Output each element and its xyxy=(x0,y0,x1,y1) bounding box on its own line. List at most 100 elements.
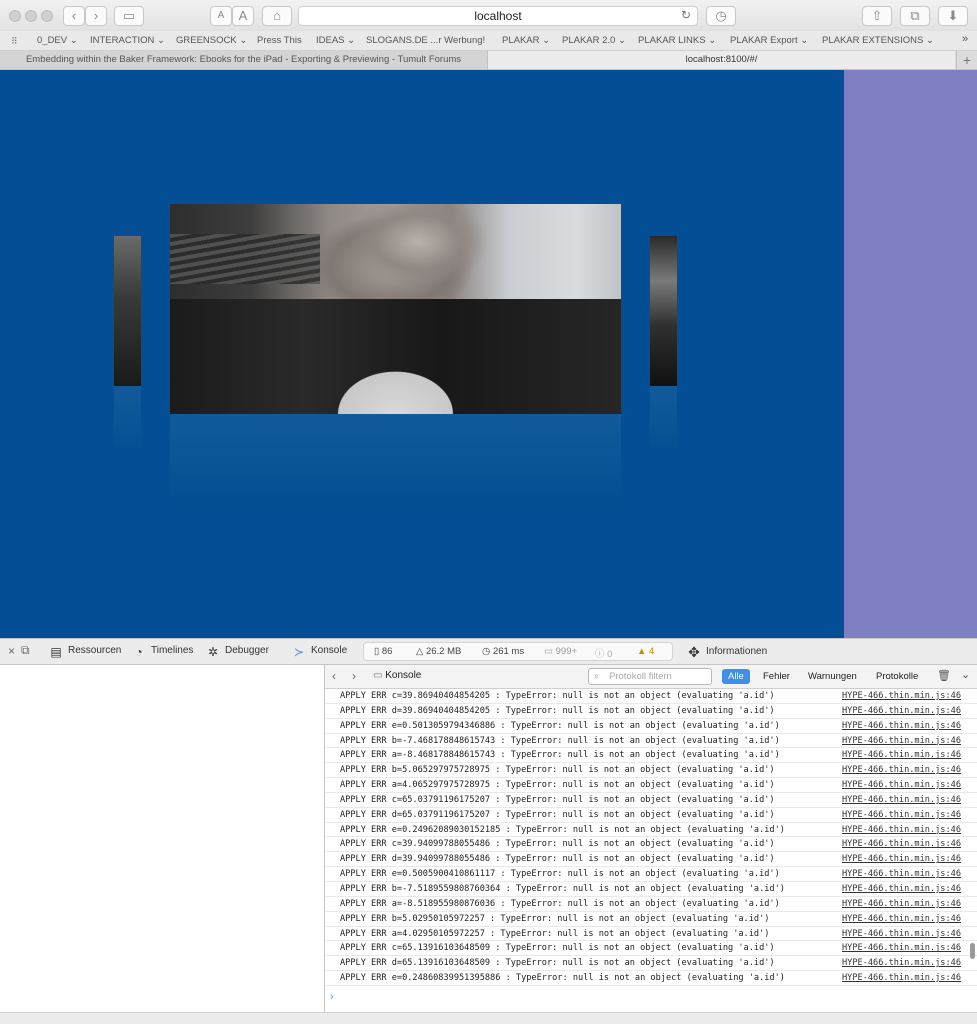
bookmark-interaction[interactable]: INTERACTION ⌄ xyxy=(90,35,165,46)
resource-size[interactable]: △ 26.2 MB xyxy=(416,646,461,657)
log-count[interactable]: ▭ 999+ xyxy=(544,646,577,657)
console-log-row[interactable]: APPLY ERR d=65.03791196175207 : TypeErro… xyxy=(325,808,977,823)
chevron-left-icon[interactable]: ‹ xyxy=(332,669,336,683)
tab-timelines[interactable]: ◔ Timelines xyxy=(132,645,193,659)
carousel-photo-right[interactable] xyxy=(650,236,677,386)
bookmark-plakar[interactable]: PLAKAR ⌄ xyxy=(502,35,550,46)
larger-text-button[interactable]: A xyxy=(232,6,254,26)
resource-count[interactable]: ▯ 86 xyxy=(374,646,392,657)
tabs-overview-button[interactable]: ⧉ xyxy=(900,6,930,26)
console-log-row[interactable]: APPLY ERR a=4.065297975728975 : TypeErro… xyxy=(325,778,977,793)
close-icon[interactable]: × xyxy=(8,644,15,658)
bookmark-slogans[interactable]: SLOGANS.DE ...r Werbung! xyxy=(366,35,485,46)
home-button[interactable]: ⌂ xyxy=(262,6,292,26)
back-button[interactable]: ‹ xyxy=(63,6,85,26)
log-source-link[interactable]: HYPE-466.thin.min.js:46 xyxy=(842,704,961,718)
tab-informationen[interactable]: ✥ Informationen xyxy=(687,645,767,659)
console-log-row[interactable]: APPLY ERR c=65.03791196175207 : TypeErro… xyxy=(325,793,977,808)
bookmark-greensock[interactable]: GREENSOCK ⌄ xyxy=(176,35,247,46)
log-source-link[interactable]: HYPE-466.thin.min.js:46 xyxy=(842,748,961,762)
new-tab-button[interactable]: + xyxy=(956,51,977,69)
console-log-row[interactable]: APPLY ERR d=39.94099788055486 : TypeErro… xyxy=(325,852,977,868)
smaller-text-button[interactable]: A xyxy=(210,6,232,26)
bookmarks-bar: ⠿ 0_DEV ⌄ INTERACTION ⌄ GREENSOCK ⌄ Pres… xyxy=(0,31,977,51)
error-count[interactable]: ⓘ 0 xyxy=(595,646,612,660)
console-log-row[interactable]: APPLY ERR a=-8.518955980876036 : TypeErr… xyxy=(325,897,977,912)
log-source-link[interactable]: HYPE-466.thin.min.js:46 xyxy=(842,689,961,703)
console-log-row[interactable]: APPLY ERR a=4.02950105972257 : TypeError… xyxy=(325,927,977,942)
log-source-link[interactable]: HYPE-466.thin.min.js:46 xyxy=(842,867,961,881)
log-source-link[interactable]: HYPE-466.thin.min.js:46 xyxy=(842,823,961,837)
console-log-row[interactable]: APPLY ERR c=39.86940404854205 : TypeErro… xyxy=(325,689,977,704)
bookmark-plakar-extensions[interactable]: PLAKAR EXTENSIONS ⌄ xyxy=(822,35,934,46)
load-time[interactable]: ◷ 261 ms xyxy=(482,646,524,657)
log-source-link[interactable]: HYPE-466.thin.min.js:46 xyxy=(842,719,961,733)
carousel-photo-center[interactable] xyxy=(170,204,621,414)
log-source-link[interactable]: HYPE-466.thin.min.js:46 xyxy=(842,897,961,911)
downloads-button[interactable]: ⬇ xyxy=(938,6,968,26)
log-source-link[interactable]: HYPE-466.thin.min.js:46 xyxy=(842,793,961,807)
log-source-link[interactable]: HYPE-466.thin.min.js:46 xyxy=(842,734,961,748)
detach-icon[interactable]: ⧉ xyxy=(21,643,30,658)
filter-errors-button[interactable]: Fehler xyxy=(757,669,796,684)
chevron-right-icon[interactable]: › xyxy=(352,669,356,683)
filter-logs-button[interactable]: Protokolle xyxy=(870,669,924,684)
close-window-button[interactable] xyxy=(9,10,21,22)
history-button[interactable]: ◷ xyxy=(706,6,736,26)
console-log-row[interactable]: APPLY ERR b=5.065297975728975 : TypeErro… xyxy=(325,763,977,779)
log-source-link[interactable]: HYPE-466.thin.min.js:46 xyxy=(842,912,961,926)
bookmark-ideas[interactable]: IDEAS ⌄ xyxy=(316,35,355,46)
tab-resources[interactable]: ▤ Ressourcen xyxy=(49,645,121,659)
console-log-row[interactable]: APPLY ERR b=5.02950105972257 : TypeError… xyxy=(325,912,977,927)
console-log-row[interactable]: APPLY ERR e=0.24860839951395886 : TypeEr… xyxy=(325,971,977,986)
bookmarks-overflow-button[interactable]: » xyxy=(962,33,968,45)
console-log-row[interactable]: APPLY ERR d=65.13916103648509 : TypeErro… xyxy=(325,956,977,972)
share-button[interactable]: ⇧ xyxy=(862,6,892,26)
zoom-window-button[interactable] xyxy=(41,10,53,22)
log-source-link[interactable]: HYPE-466.thin.min.js:46 xyxy=(842,852,961,866)
carousel-photo-left[interactable] xyxy=(114,236,141,386)
console-log-row[interactable]: APPLY ERR e=0.5013059794346886 : TypeErr… xyxy=(325,719,977,734)
tab-debugger[interactable]: ✲ Debugger xyxy=(206,645,269,659)
log-source-link[interactable]: HYPE-466.thin.min.js:46 xyxy=(842,956,961,970)
log-source-link[interactable]: HYPE-466.thin.min.js:46 xyxy=(842,882,961,896)
console-log-row[interactable]: APPLY ERR c=39.94099788055486 : TypeErro… xyxy=(325,837,977,853)
forward-button[interactable]: › xyxy=(85,6,107,26)
filter-all-button[interactable]: Alle xyxy=(722,669,750,684)
log-source-link[interactable]: HYPE-466.thin.min.js:46 xyxy=(842,778,961,792)
log-source-link[interactable]: HYPE-466.thin.min.js:46 xyxy=(842,941,961,955)
grid-icon[interactable]: ⠿ xyxy=(11,36,23,46)
console-log-row[interactable]: APPLY ERR a=-8.468178848615743 : TypeErr… xyxy=(325,748,977,764)
bookmark-press-this[interactable]: Press This xyxy=(257,35,302,46)
console-log-row[interactable]: APPLY ERR b=-7.5189559808760364 : TypeEr… xyxy=(325,882,977,897)
reload-icon[interactable]: ↻ xyxy=(681,8,691,22)
console-log-row[interactable]: APPLY ERR b=-7.468178848615743 : TypeErr… xyxy=(325,734,977,749)
log-source-link[interactable]: HYPE-466.thin.min.js:46 xyxy=(842,971,961,985)
bookmark-plakar-2[interactable]: PLAKAR 2.0 ⌄ xyxy=(562,35,626,46)
trash-icon[interactable]: 🗑 xyxy=(937,669,951,682)
console-log-row[interactable]: APPLY ERR e=0.5005900410861117 : TypeErr… xyxy=(325,867,977,882)
log-filter-input[interactable]: ⌕ Protokoll filtern xyxy=(588,668,712,685)
console-log-row[interactable]: APPLY ERR d=39.86940404854205 : TypeErro… xyxy=(325,704,977,719)
minimize-window-button[interactable] xyxy=(25,10,37,22)
console-icon: ≻ xyxy=(293,645,305,659)
filter-warnings-button[interactable]: Warnungen xyxy=(802,669,863,684)
chevron-down-icon[interactable]: ⌄ xyxy=(961,668,970,681)
address-bar[interactable]: localhost ↻ xyxy=(298,6,698,26)
console-log-row[interactable]: APPLY ERR e=0.24962089030152185 : TypeEr… xyxy=(325,823,977,838)
log-source-link[interactable]: HYPE-466.thin.min.js:46 xyxy=(842,763,961,777)
log-source-link[interactable]: HYPE-466.thin.min.js:46 xyxy=(842,927,961,941)
log-source-link[interactable]: HYPE-466.thin.min.js:46 xyxy=(842,808,961,822)
tab-localhost[interactable]: localhost:8100/#/ xyxy=(488,51,955,69)
bookmark-plakar-links[interactable]: PLAKAR LINKS ⌄ xyxy=(638,35,716,46)
bookmark-0-dev[interactable]: 0_DEV ⌄ xyxy=(37,35,78,46)
tab-tumult-forums[interactable]: Embedding within the Baker Framework: Eb… xyxy=(0,51,488,69)
bookmark-plakar-export[interactable]: PLAKAR Export ⌄ xyxy=(730,35,808,46)
console-log-row[interactable]: APPLY ERR c=65.13916103648509 : TypeErro… xyxy=(325,941,977,957)
console-scrollbar[interactable] xyxy=(970,943,975,959)
console-prompt[interactable]: › xyxy=(330,991,334,1003)
sidebar-toggle-button[interactable]: ▭ xyxy=(114,6,144,26)
tab-console[interactable]: ≻ Konsole xyxy=(292,645,347,659)
log-source-link[interactable]: HYPE-466.thin.min.js:46 xyxy=(842,837,961,851)
warning-count[interactable]: ▲ 4 xyxy=(637,646,654,657)
